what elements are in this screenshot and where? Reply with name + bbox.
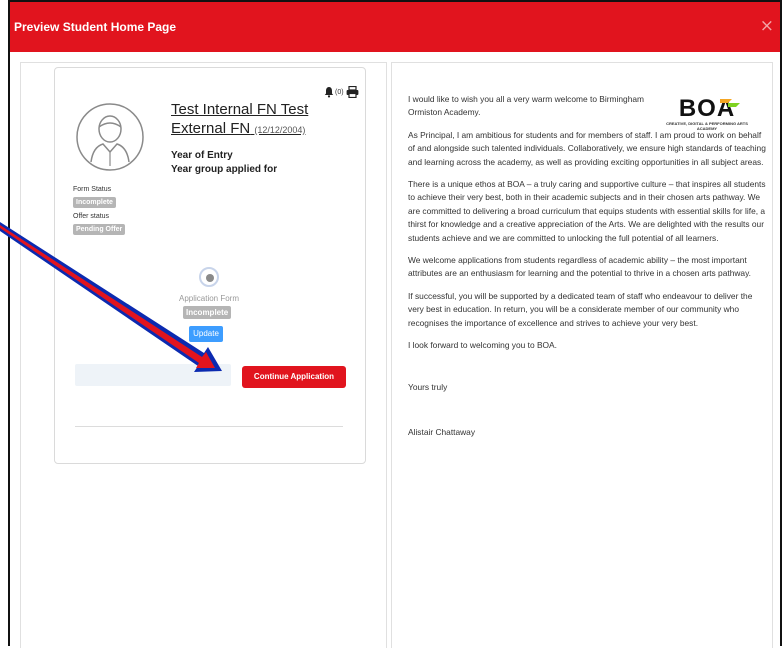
- modal-title: Preview Student Home Page: [14, 20, 177, 34]
- welcome-letter-panel: BOA CREATIVE, DIGITAL & PERFORMING ARTS …: [391, 62, 773, 648]
- year-of-entry-label: Year of Entry: [171, 150, 233, 161]
- letter-closing: Yours truly: [408, 381, 448, 392]
- student-dob: (12/12/2004): [254, 125, 306, 135]
- left-column: Test Internal FN Test External FN (12/12…: [20, 62, 387, 648]
- progress-area: [75, 364, 231, 386]
- preview-modal: Preview Student Home Page × Test Interna…: [8, 0, 782, 648]
- year-group-label: Year group applied for: [171, 164, 278, 175]
- letter-paragraph: As Principal, I am ambitious for student…: [408, 129, 766, 167]
- letter-paragraph: There is a unique ethos at BOA – a truly…: [408, 179, 766, 243]
- bell-icon[interactable]: [323, 86, 335, 98]
- printer-icon[interactable]: [346, 86, 359, 98]
- application-step-icon: [199, 267, 219, 287]
- modal-header: Preview Student Home Page ×: [10, 2, 780, 52]
- student-card: Test Internal FN Test External FN (12/12…: [54, 67, 366, 464]
- notification-count: (0): [335, 89, 344, 96]
- letter-paragraph: We welcome applications from students re…: [408, 255, 751, 279]
- letter-signature: Alistair Chattaway: [408, 426, 476, 437]
- student-name-link[interactable]: Test Internal FN Test External FN (12/12…: [171, 100, 331, 140]
- avatar: [76, 103, 144, 171]
- form-status-label: Form Status: [73, 186, 112, 193]
- application-status-badge: Incomplete: [183, 306, 232, 319]
- offer-status-badge: Pending Offer: [73, 224, 126, 235]
- form-status-badge: Incomplete: [73, 197, 116, 208]
- offer-status-label: Offer status: [73, 213, 110, 220]
- continue-application-button[interactable]: Continue Application: [242, 366, 346, 388]
- update-button[interactable]: Update: [189, 326, 223, 342]
- application-form-label: Application Form: [178, 294, 240, 303]
- letter-paragraph: I look forward to welcoming you to BOA.: [408, 340, 557, 351]
- letter-paragraph: If successful, you will be supported by …: [408, 290, 753, 328]
- divider: [75, 426, 343, 427]
- welcome-letter: I would like to wish you all a very warm…: [408, 93, 766, 448]
- letter-paragraph: I would like to wish you all a very warm…: [408, 94, 644, 118]
- close-icon[interactable]: ×: [760, 16, 774, 36]
